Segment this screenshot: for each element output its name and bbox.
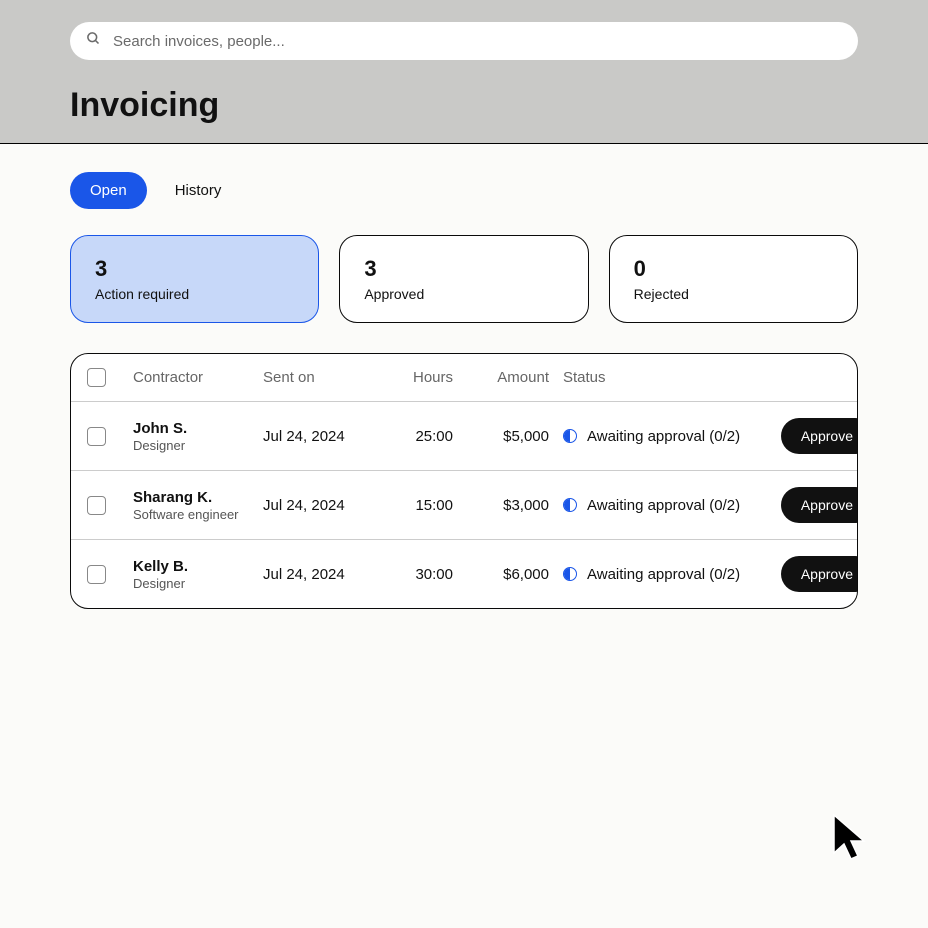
- page-header: Invoicing: [0, 0, 928, 144]
- status-text: Awaiting approval (0/2): [587, 497, 740, 514]
- table-row: Sharang K. Software engineer Jul 24, 202…: [71, 470, 857, 539]
- approve-button[interactable]: Approve: [781, 556, 858, 592]
- status-text: Awaiting approval (0/2): [587, 566, 740, 583]
- column-hours: Hours: [383, 369, 463, 386]
- summary-card-rejected[interactable]: 0 Rejected: [609, 235, 858, 323]
- search-input[interactable]: [113, 33, 842, 50]
- summary-count: 0: [634, 256, 833, 282]
- tab-open[interactable]: Open: [70, 172, 147, 209]
- cursor-icon: [832, 813, 868, 868]
- column-amount: Amount: [463, 369, 563, 386]
- summary-cards: 3 Action required 3 Approved 0 Rejected: [70, 235, 858, 323]
- row-checkbox[interactable]: [87, 565, 106, 584]
- tabs: Open History: [70, 172, 858, 209]
- hours: 25:00: [383, 428, 463, 445]
- search-icon: [86, 31, 101, 51]
- column-contractor: Contractor: [133, 369, 263, 386]
- amount: $6,000: [463, 566, 563, 583]
- table-row: Kelly B. Designer Jul 24, 2024 30:00 $6,…: [71, 539, 857, 608]
- contractor-role: Designer: [133, 576, 263, 591]
- row-checkbox[interactable]: [87, 496, 106, 515]
- summary-label: Rejected: [634, 286, 833, 302]
- half-circle-icon: [563, 498, 577, 512]
- column-status: Status: [563, 369, 763, 386]
- contractor-role: Software engineer: [133, 507, 263, 522]
- status-cell: Awaiting approval (0/2): [563, 566, 763, 583]
- contractor-name: Kelly B.: [133, 558, 263, 575]
- amount: $5,000: [463, 428, 563, 445]
- summary-count: 3: [95, 256, 294, 282]
- hours: 30:00: [383, 566, 463, 583]
- row-checkbox[interactable]: [87, 427, 106, 446]
- half-circle-icon: [563, 429, 577, 443]
- sent-on: Jul 24, 2024: [263, 428, 383, 445]
- tab-history[interactable]: History: [155, 172, 242, 209]
- table-header-row: Contractor Sent on Hours Amount Status: [71, 354, 857, 401]
- contractor-name: Sharang K.: [133, 489, 263, 506]
- half-circle-icon: [563, 567, 577, 581]
- hours: 15:00: [383, 497, 463, 514]
- page-title: Invoicing: [70, 86, 858, 125]
- search-bar[interactable]: [70, 22, 858, 60]
- contractor-name: John S.: [133, 420, 263, 437]
- invoice-table: Contractor Sent on Hours Amount Status J…: [70, 353, 858, 609]
- amount: $3,000: [463, 497, 563, 514]
- summary-count: 3: [364, 256, 563, 282]
- status-text: Awaiting approval (0/2): [587, 428, 740, 445]
- contractor-role: Designer: [133, 438, 263, 453]
- main-content: Open History 3 Action required 3 Approve…: [0, 144, 928, 637]
- summary-card-approved[interactable]: 3 Approved: [339, 235, 588, 323]
- sent-on: Jul 24, 2024: [263, 566, 383, 583]
- sent-on: Jul 24, 2024: [263, 497, 383, 514]
- summary-label: Action required: [95, 286, 294, 302]
- select-all-checkbox[interactable]: [87, 368, 106, 387]
- status-cell: Awaiting approval (0/2): [563, 497, 763, 514]
- status-cell: Awaiting approval (0/2): [563, 428, 763, 445]
- summary-card-action-required[interactable]: 3 Action required: [70, 235, 319, 323]
- summary-label: Approved: [364, 286, 563, 302]
- column-sent-on: Sent on: [263, 369, 383, 386]
- table-row: John S. Designer Jul 24, 2024 25:00 $5,0…: [71, 401, 857, 470]
- approve-button[interactable]: Approve: [781, 418, 858, 454]
- approve-button[interactable]: Approve: [781, 487, 858, 523]
